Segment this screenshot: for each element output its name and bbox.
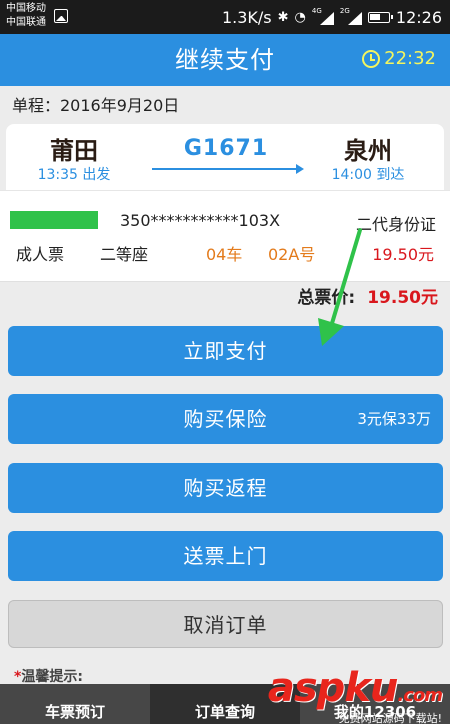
seat-class: 二等座	[100, 245, 149, 264]
total-price: 总票价: 19.50元	[297, 282, 438, 308]
ticket-price: 19.50元	[372, 245, 434, 264]
watermark-logo-domain: .com	[397, 685, 443, 706]
status-time: 12:26	[395, 7, 442, 27]
train-info-card: 莆田 13:35 出发 G1671 泉州 14:00 到达	[6, 124, 444, 190]
passenger-ticket-card: 350***********103X 二代身份证 成人票 二等座 04车 02A…	[0, 190, 450, 282]
signal-4g-icon: 4G	[312, 7, 334, 25]
app-header: 继续支付 22:32	[0, 34, 450, 86]
arrival-station: 泉州 14:00 到达	[308, 136, 428, 184]
tips-label: 温馨提示:	[21, 669, 83, 685]
watermark-logo-text: aspku	[267, 665, 399, 711]
train-number: G1671	[183, 136, 269, 161]
insurance-note: 3元保33万	[357, 410, 431, 428]
carrier-1: 中国移动	[6, 3, 46, 14]
departure-time: 13:35 出发	[37, 167, 111, 183]
carrier-2: 中国联通	[6, 17, 46, 28]
cancel-order-button[interactable]: 取消订单	[8, 600, 443, 648]
seat-number: 02A号	[268, 245, 316, 264]
departure-station-name: 莆田	[50, 137, 98, 165]
id-number: 350***********103X	[120, 211, 281, 230]
carrier-names: 中国移动 中国联通	[6, 2, 46, 30]
bluetooth-icon: ✱	[277, 9, 289, 25]
passenger-name-redaction	[10, 211, 98, 229]
departure-station: 莆田 13:35 出发	[14, 136, 134, 184]
arrival-station-name: 泉州	[344, 137, 392, 165]
route-arrow-icon	[152, 164, 304, 174]
clock-icon	[362, 49, 381, 68]
car-number: 04车	[206, 245, 243, 264]
signal-2g-icon: 2G	[340, 7, 362, 25]
wifi-icon: ◔	[294, 9, 306, 25]
trip-date: 单程：2016年9月20日	[12, 96, 180, 115]
ticket-type: 成人票	[16, 245, 65, 264]
status-icons: 1.3K/s ✱ ◔ 4G 2G 12:26	[222, 0, 442, 34]
payment-countdown: 22:32	[362, 48, 436, 69]
buy-insurance-label: 购买保险	[183, 407, 268, 431]
watermark-logo: aspku.com	[267, 665, 443, 716]
arrival-time: 14:00 到达	[331, 167, 405, 183]
countdown-value: 22:32	[384, 48, 436, 69]
gallery-notification-icon	[54, 9, 68, 23]
site-watermark: aspku.com 免费网站源码下载站!	[267, 665, 443, 724]
tab-ticket-booking[interactable]: 车票预订	[0, 684, 150, 724]
total-price-value: 19.50元	[367, 287, 438, 308]
buy-insurance-button[interactable]: 购买保险 3元保33万	[8, 394, 443, 444]
id-type: 二代身份证	[355, 215, 436, 234]
network-speed: 1.3K/s	[221, 7, 272, 27]
pay-now-button[interactable]: 立即支付	[8, 326, 443, 376]
battery-icon	[367, 11, 393, 23]
total-price-label: 总票价:	[297, 287, 356, 308]
ticket-delivery-button[interactable]: 送票上门	[8, 531, 443, 581]
status-bar: 中国移动 中国联通 1.3K/s ✱ ◔ 4G 2G 12:26	[0, 0, 450, 34]
tips-heading: *温馨提示:	[14, 666, 83, 686]
buy-return-button[interactable]: 购买返程	[8, 463, 443, 513]
